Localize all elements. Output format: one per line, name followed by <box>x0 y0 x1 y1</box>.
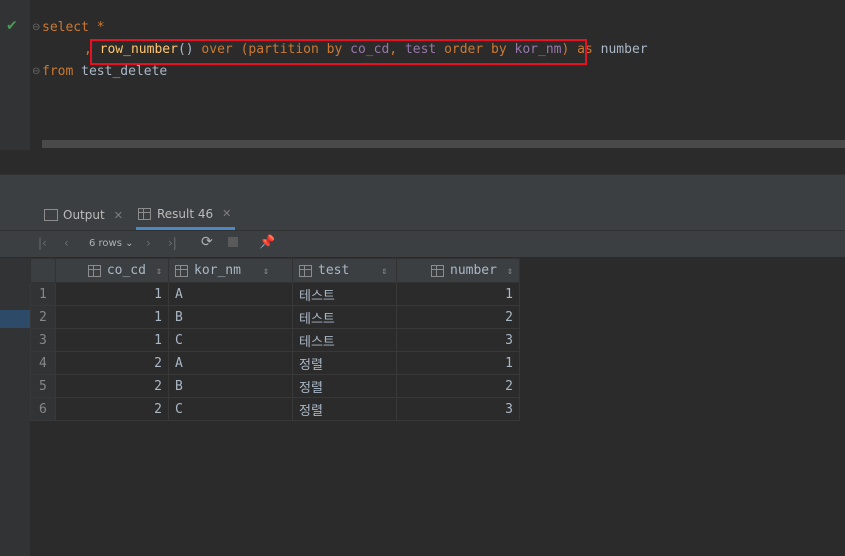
row-number: 1 <box>30 282 56 306</box>
tab-result[interactable]: Result 46 ✕ <box>136 200 236 230</box>
row-number-header <box>30 258 56 283</box>
chevron-down-icon: ⌄ <box>125 238 134 249</box>
sort-icon[interactable]: ⇕ <box>381 266 387 277</box>
table-row[interactable]: 5 2 B 정렬 2 <box>30 374 520 398</box>
column-icon <box>431 264 444 277</box>
table-row[interactable]: 4 2 A 정렬 1 <box>30 351 520 375</box>
column-header-test[interactable]: test ⇕ <box>292 258 397 283</box>
cell-kor-nm[interactable]: B <box>168 305 293 329</box>
column-header-label: co_cd <box>106 263 146 278</box>
cell-test[interactable]: 테스트 <box>292 328 397 352</box>
code-line-1[interactable]: select * <box>42 17 105 39</box>
sort-icon[interactable]: ⇕ <box>263 266 269 277</box>
rows-count-dropdown[interactable]: 6 rows ⌄ <box>89 238 134 249</box>
cell-co-cd[interactable]: 2 <box>55 374 169 398</box>
table-icon <box>138 207 151 220</box>
column-icon <box>87 264 101 277</box>
cell-co-cd[interactable]: 2 <box>55 351 169 375</box>
cell-co-cd[interactable]: 1 <box>55 328 169 352</box>
grid-header: co_cd ⇕ kor_nm ⇕ test ⇕ number ⇕ <box>30 258 520 283</box>
cell-test[interactable]: 테스트 <box>292 305 397 329</box>
cell-co-cd[interactable]: 1 <box>55 305 169 329</box>
selected-item-marker <box>0 310 30 328</box>
sort-icon[interactable]: ⇕ <box>156 266 162 277</box>
editor-footer <box>0 150 845 174</box>
stop-icon[interactable] <box>228 237 238 247</box>
result-grid[interactable]: co_cd ⇕ kor_nm ⇕ test ⇕ number ⇕ 1 1 A 테스트 1 21B… <box>30 258 520 421</box>
sort-icon[interactable]: ⇕ <box>507 266 513 277</box>
rows-count-label: 6 rows <box>89 238 122 249</box>
output-icon <box>44 209 58 221</box>
result-toolbar: |‹ ‹ 6 rows ⌄ › ›| ⟳ 📌 <box>0 231 845 257</box>
close-icon[interactable]: ✕ <box>222 207 231 220</box>
column-icon <box>299 264 312 277</box>
tab-output[interactable]: Output ✕ <box>44 200 123 230</box>
cell-kor-nm[interactable]: C <box>168 328 293 352</box>
prev-page-icon[interactable]: ‹ <box>64 236 69 250</box>
cell-number[interactable]: 1 <box>396 282 520 306</box>
fold-icon[interactable]: ⊖ <box>32 22 40 33</box>
highlight-box <box>90 39 587 65</box>
check-icon: ✔ <box>6 18 18 34</box>
refresh-icon[interactable]: ⟳ <box>201 234 213 250</box>
cell-co-cd[interactable]: 2 <box>55 397 169 421</box>
star-token: * <box>96 20 105 35</box>
cell-test[interactable]: 정렬 <box>292 397 397 421</box>
horizontal-scrollbar[interactable] <box>42 140 845 148</box>
cell-number[interactable]: 3 <box>396 397 520 421</box>
cell-kor-nm[interactable]: B <box>168 374 293 398</box>
cell-number[interactable]: 2 <box>396 374 520 398</box>
cell-kor-nm[interactable]: A <box>168 351 293 375</box>
pin-icon[interactable]: 📌 <box>259 235 275 250</box>
cell-number[interactable]: 2 <box>396 305 520 329</box>
row-number: 4 <box>30 351 56 375</box>
cell-kor-nm[interactable]: C <box>168 397 293 421</box>
column-header-label: test <box>318 263 350 278</box>
cell-test[interactable]: 테스트 <box>292 282 397 306</box>
first-page-icon[interactable]: |‹ <box>38 236 47 250</box>
from-keyword: from <box>42 64 74 79</box>
alias-token: number <box>600 42 648 57</box>
row-number: 6 <box>30 397 56 421</box>
tab-result-label: Result 46 <box>157 206 214 221</box>
select-keyword: select <box>42 20 89 35</box>
table-name: test_delete <box>81 64 168 79</box>
services-header <box>0 174 845 201</box>
column-header-number[interactable]: number ⇕ <box>396 258 520 283</box>
next-page-icon[interactable]: › <box>146 236 151 250</box>
table-row[interactable]: 3 1 C 테스트 3 <box>30 328 520 352</box>
cell-number[interactable]: 3 <box>396 328 520 352</box>
table-row[interactable]: 2 1 B 테스트 2 <box>30 305 520 329</box>
result-tabs: Output ✕ Result 46 ✕ <box>0 200 845 231</box>
row-number: 5 <box>30 374 56 398</box>
table-row[interactable]: 6 2 C 정렬 3 <box>30 397 520 421</box>
row-number: 3 <box>30 328 56 352</box>
cell-number[interactable]: 1 <box>396 351 520 375</box>
cell-co-cd[interactable]: 1 <box>55 282 169 306</box>
cell-kor-nm[interactable]: A <box>168 282 293 306</box>
cell-test[interactable]: 정렬 <box>292 374 397 398</box>
row-number: 2 <box>30 305 56 329</box>
left-tool-strip <box>0 258 30 556</box>
close-icon[interactable]: ✕ <box>114 209 123 222</box>
tab-output-label: Output <box>63 208 105 222</box>
column-header-kor-nm[interactable]: kor_nm ⇕ <box>168 258 293 283</box>
column-header-label: number <box>450 263 497 278</box>
column-icon <box>175 264 188 277</box>
last-page-icon[interactable]: ›| <box>168 236 177 250</box>
fold-end-icon[interactable]: ⊖ <box>32 66 40 77</box>
column-header-label: kor_nm <box>194 263 241 278</box>
cell-test[interactable]: 정렬 <box>292 351 397 375</box>
column-header-co-cd[interactable]: co_cd ⇕ <box>55 258 169 283</box>
table-row[interactable]: 1 1 A 테스트 1 <box>30 282 520 306</box>
editor-gutter: ✔ <box>0 0 30 150</box>
